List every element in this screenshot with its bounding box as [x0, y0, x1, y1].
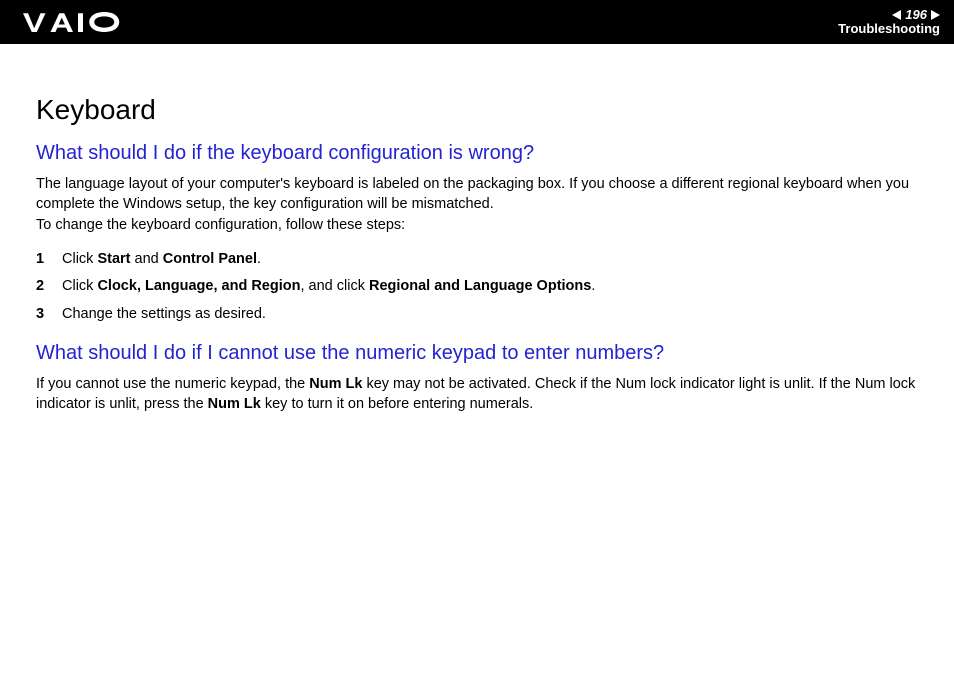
vaio-logo [18, 12, 128, 32]
question-2: What should I do if I cannot use the num… [36, 342, 918, 414]
page-title: Keyboard [36, 94, 918, 126]
question-1-intro: The language layout of your computer's k… [36, 175, 918, 236]
steps-list: 1 Click Start and Control Panel. 2 Click… [36, 246, 918, 329]
question-1-heading: What should I do if the keyboard configu… [36, 142, 918, 165]
step-1: 1 Click Start and Control Panel. [36, 246, 918, 274]
prev-page-icon[interactable] [892, 10, 901, 20]
question-2-heading: What should I do if I cannot use the num… [36, 342, 918, 365]
step-2: 2 Click Clock, Language, and Region, and… [36, 273, 918, 301]
header-bar: 196 Troubleshooting [0, 0, 954, 44]
header-right: 196 Troubleshooting [838, 8, 940, 37]
next-page-icon[interactable] [931, 10, 940, 20]
step-3: 3 Change the settings as desired. [36, 301, 918, 329]
page-number: 196 [905, 8, 927, 22]
q1-para2: To change the keyboard configuration, fo… [36, 216, 918, 236]
section-label: Troubleshooting [838, 22, 940, 36]
content: Keyboard What should I do if the keyboar… [0, 44, 954, 415]
page-nav: 196 [838, 8, 940, 22]
q1-para1: The language layout of your computer's k… [36, 175, 918, 214]
q2-para: If you cannot use the numeric keypad, th… [36, 375, 918, 414]
